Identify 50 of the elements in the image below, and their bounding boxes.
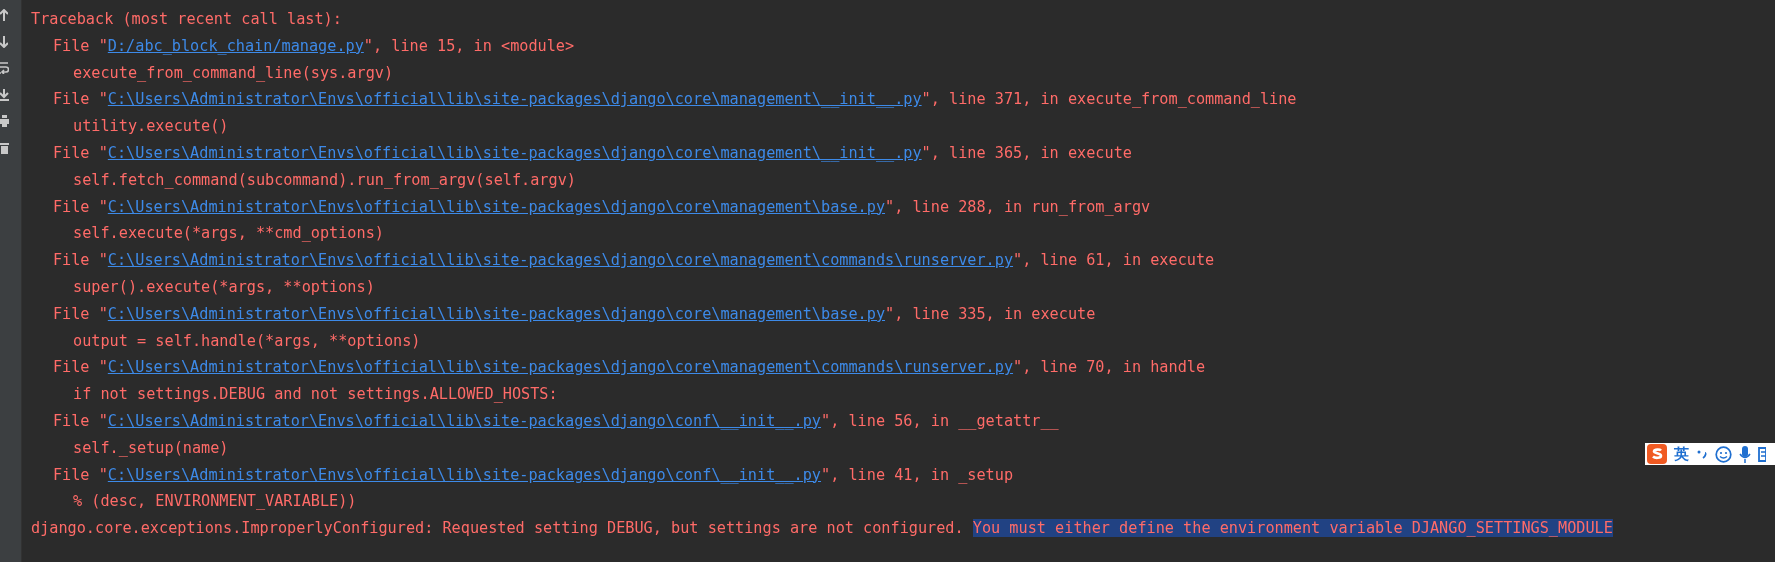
file-link[interactable]: C:\Users\Administrator\Envs\official\lib\site-packages\django\core\management\commands\runserver.py [107, 251, 1014, 270]
traceback-text: File " [52, 90, 108, 109]
emoji-icon[interactable] [1715, 445, 1732, 463]
traceback-text: ", line 288, in run_from_argv [885, 197, 1151, 216]
scroll-to-end-icon[interactable] [0, 88, 9, 101]
code-line: output = self.handle(*args, **options) [73, 331, 421, 350]
trash-icon[interactable] [0, 141, 9, 154]
down-arrow-icon[interactable] [0, 35, 8, 48]
up-arrow-icon[interactable] [0, 9, 8, 21]
traceback-text: File " [52, 304, 108, 323]
ime-logo-icon[interactable] [1647, 444, 1667, 464]
code-line: utility.execute() [73, 117, 229, 136]
traceback-text: File " [52, 251, 108, 270]
code-line: self._setup(name) [73, 438, 229, 457]
traceback-text: ", line 41, in _setup [821, 465, 1014, 484]
error-message: django.core.exceptions.ImproperlyConfigured: Requested setting DEBUG, but settings are not configured. [31, 519, 965, 538]
language-toggle[interactable]: 英 [1674, 444, 1689, 464]
code-line: execute_from_command_line(sys.argv) [73, 63, 394, 82]
file-link[interactable]: C:\Users\Administrator\Envs\official\lib\site-packages\django\conf\__init__.py [107, 411, 822, 430]
code-line: % (desc, ENVIRONMENT_VARIABLE)) [73, 492, 357, 511]
punctuation-icon[interactable] [1696, 448, 1708, 460]
file-link[interactable]: C:\Users\Administrator\Envs\official\lib\site-packages\django\core\management\base.py [107, 197, 886, 216]
file-link[interactable]: D:/abc_block_chain/manage.py [107, 36, 364, 55]
file-link[interactable]: C:\Users\Administrator\Envs\official\lib\site-packages\django\conf\__init__.py [107, 465, 822, 484]
code-line: if not settings.DEBUG and not settings.ALLOWED_HOSTS: [73, 385, 558, 404]
traceback-text: ", line 365, in execute [921, 144, 1132, 162]
file-link[interactable]: C:\Users\Administrator\Envs\official\lib\site-packages\django\core\management\commands\runserver.py [107, 358, 1014, 377]
file-link[interactable]: C:\Users\Administrator\Envs\official\lib\site-packages\django\core\management\__init__.py [107, 144, 922, 162]
selected-text: You must either define the environment variable DJANGO_SETTINGS_MODULE [972, 519, 1613, 538]
file-link[interactable]: C:\Users\Administrator\Envs\official\lib\site-packages\django\core\management\base.py [107, 304, 886, 323]
print-icon[interactable] [0, 115, 9, 127]
traceback-text: ", line 70, in handle [1013, 358, 1206, 377]
traceback-text: ", line 15, in <module> [363, 36, 575, 55]
traceback-text: ", line 335, in execute [885, 304, 1096, 323]
traceback-text: ", line 371, in execute_from_command_line [921, 90, 1297, 109]
traceback-text: File " [52, 36, 108, 55]
file-link[interactable]: C:\Users\Administrator\Envs\official\lib\site-packages\django\core\management\__init__.py [107, 90, 922, 109]
traceback-text: ", line 61, in execute [1013, 251, 1215, 270]
wrap-icon[interactable] [0, 62, 9, 74]
traceback-text: File " [52, 144, 108, 162]
traceback-text: File " [52, 197, 108, 216]
code-line: self.execute(*args, **cmd_options) [73, 224, 384, 243]
traceback-text: File " [52, 465, 108, 484]
traceback-text: File " [52, 358, 108, 377]
traceback-text: ", line 56, in __getattr__ [821, 411, 1059, 430]
microphone-icon[interactable] [1739, 445, 1751, 463]
code-line: self.fetch_command(subcommand).run_from_argv(self.argv) [73, 170, 576, 189]
code-line: super().execute(*args, **options) [73, 277, 375, 296]
traceback-header: Traceback (most recent call last): [31, 10, 342, 28]
traceback-text: File " [52, 411, 108, 430]
